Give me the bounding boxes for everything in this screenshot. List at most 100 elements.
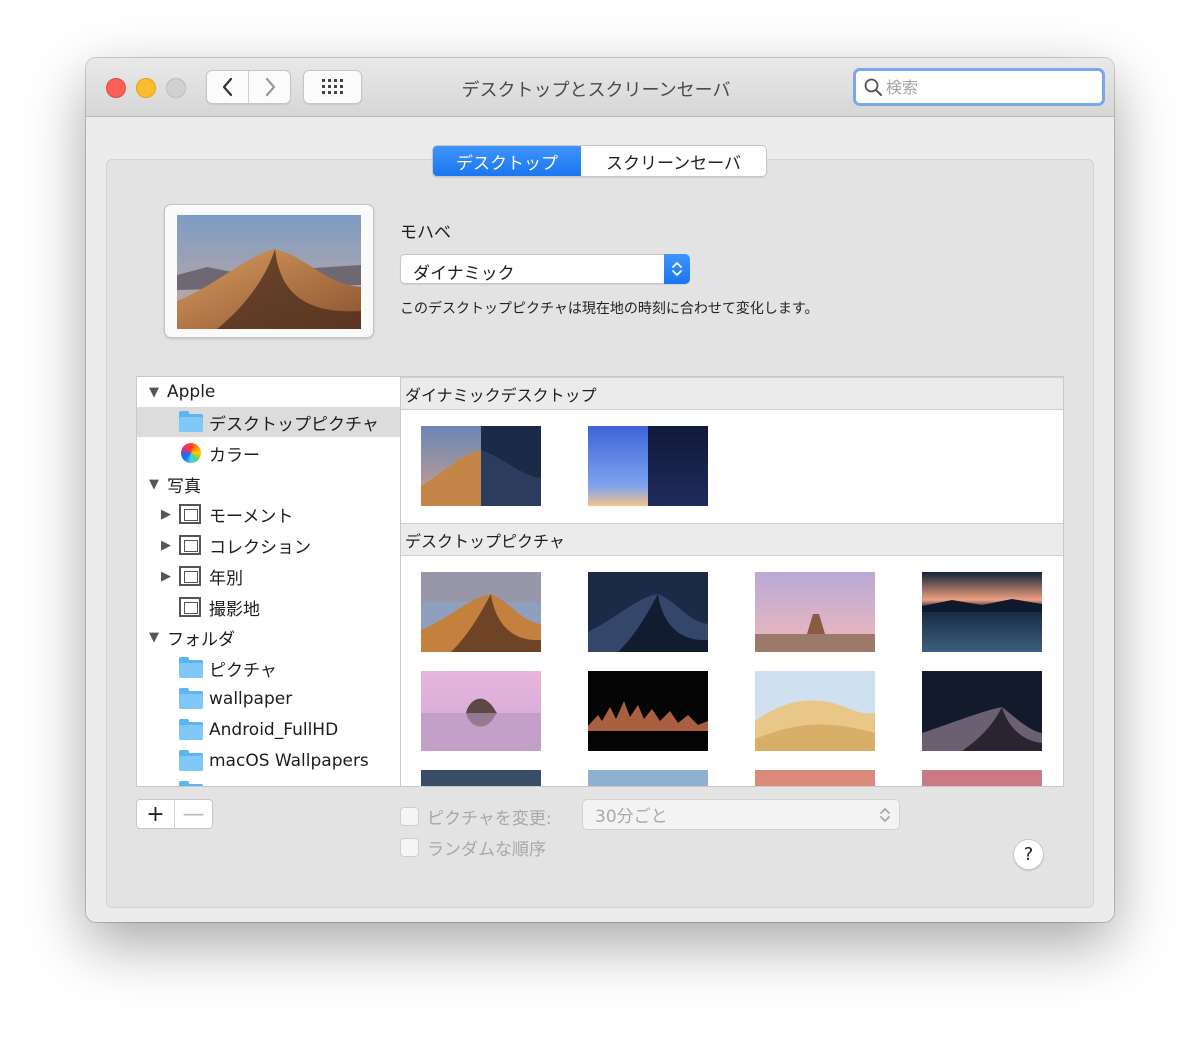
appearance-mode-value: ダイナミック: [413, 264, 515, 284]
wallpaper-thumb-3[interactable]: [755, 572, 875, 652]
sidebar-item-label: wallpaper: [209, 689, 293, 709]
sidebar-item-label: macOS Wallpapers: [209, 751, 369, 771]
wallpaper-thumb-1[interactable]: [421, 572, 541, 652]
wallpaper-thumb-9[interactable]: [421, 770, 541, 786]
sidebar-item-moments[interactable]: ▶ モーメント: [137, 499, 400, 529]
sidebar-item-label: Android_FullHD: [209, 720, 339, 740]
preferences-window: デスクトップとスクリーンセーバ デスクトップ スクリーンセーバ モハベ ダイナミ…: [86, 58, 1114, 922]
updown-arrows-icon: [880, 808, 890, 822]
sidebar-item-partial[interactable]: [137, 777, 400, 786]
solar-gradient-image: [588, 426, 708, 506]
disclosure-closed-icon[interactable]: ▶: [161, 538, 175, 553]
photo-album-icon: [179, 566, 203, 586]
disclosure-closed-icon[interactable]: ▶: [161, 507, 175, 522]
disclosure-closed-icon[interactable]: ▶: [161, 569, 175, 584]
camera-folder-icon: [179, 657, 203, 680]
back-button[interactable]: [207, 71, 248, 103]
wallpaper-thumb-8[interactable]: [922, 671, 1042, 751]
sand-dunes-bright-image: [755, 671, 875, 751]
tufa-night-image: [588, 671, 708, 751]
group-folders[interactable]: ▼ フォルダ: [137, 622, 400, 652]
sidebar-item-places[interactable]: 撮影地: [137, 592, 400, 622]
change-picture-label: ピクチャを変更:: [427, 809, 552, 829]
wallpaper-partial-image: [922, 770, 1042, 786]
titlebar: デスクトップとスクリーンセーバ: [86, 58, 1114, 117]
tab-desktop[interactable]: デスクトップ: [433, 146, 581, 176]
wallpaper-partial-image: [588, 770, 708, 786]
folder-icon: [179, 719, 203, 742]
mojave-dynamic-image: [421, 426, 541, 506]
photo-album-icon: [179, 504, 203, 524]
group-photos[interactable]: ▼ 写真: [137, 469, 400, 499]
search-icon: [864, 78, 882, 96]
updown-arrows-icon: [664, 254, 690, 284]
photo-album-icon: [179, 535, 203, 555]
sidebar-item-label: モーメント: [209, 506, 294, 527]
sidebar-item-label: コレクション: [209, 537, 311, 558]
rock-lake-pink-image: [421, 671, 541, 751]
random-order-checkbox[interactable]: [400, 838, 419, 857]
minimize-window-button[interactable]: [136, 78, 156, 98]
wallpaper-thumb-12[interactable]: [922, 770, 1042, 786]
folder-icon: [179, 781, 203, 786]
zoom-window-button[interactable]: [166, 78, 186, 98]
sidebar-item-pictures[interactable]: ピクチャ: [137, 653, 400, 683]
sidebar-item-wallpaper[interactable]: wallpaper: [137, 684, 400, 714]
sidebar-item-desktop-pictures[interactable]: デスクトップピクチャ: [137, 407, 400, 437]
add-folder-button[interactable]: +: [137, 800, 174, 828]
disclosure-open-icon[interactable]: ▼: [149, 630, 163, 645]
search-input[interactable]: [886, 77, 1086, 97]
wallpaper-thumb-5[interactable]: [421, 671, 541, 751]
group-label: 写真: [167, 476, 201, 497]
sidebar-item-colors[interactable]: カラー: [137, 438, 400, 468]
close-window-button[interactable]: [106, 78, 126, 98]
wallpaper-thumb-10[interactable]: [588, 770, 708, 786]
search-field[interactable]: [853, 68, 1105, 106]
tab-bar: デスクトップ スクリーンセーバ: [432, 145, 767, 177]
sidebar-item-collections[interactable]: ▶ コレクション: [137, 530, 400, 560]
sidebar-item-years[interactable]: ▶ 年別: [137, 561, 400, 591]
disclosure-open-icon[interactable]: ▼: [149, 477, 163, 492]
group-label: Apple: [167, 382, 216, 402]
random-order-label: ランダムな順序: [427, 840, 546, 860]
sidebar-item-label: 年別: [209, 568, 243, 589]
dune-night-image: [922, 671, 1042, 751]
section-header-dynamic: ダイナミックデスクトップ: [401, 377, 1063, 410]
desert-night-image: [588, 572, 708, 652]
wallpaper-thumb-2[interactable]: [588, 572, 708, 652]
appearance-mode-popup[interactable]: ダイナミック: [400, 254, 690, 284]
add-remove-control: + —: [136, 799, 213, 829]
salt-flat-dusk-image: [922, 572, 1042, 652]
sidebar-item-label: 撮影地: [209, 599, 260, 620]
grid-icon: [321, 79, 343, 94]
wallpaper-thumb-4[interactable]: [922, 572, 1042, 652]
random-order-option[interactable]: ランダムな順序: [400, 835, 546, 860]
wallpaper-thumb-6[interactable]: [588, 671, 708, 751]
remove-folder-button[interactable]: —: [174, 800, 212, 828]
mojave-preview-image: [177, 215, 361, 329]
color-wheel-icon: [181, 443, 205, 463]
disclosure-open-icon[interactable]: ▼: [149, 385, 163, 400]
wallpaper-thumb-solar-gradient[interactable]: [588, 426, 708, 506]
group-apple[interactable]: ▼ Apple: [137, 377, 400, 407]
tab-screensaver[interactable]: スクリーンセーバ: [581, 146, 766, 176]
window-title: デスクトップとスクリーンセーバ: [461, 80, 731, 101]
wallpaper-thumb-11[interactable]: [755, 770, 875, 786]
sidebar-item-label: ピクチャ: [209, 660, 277, 681]
wallpaper-thumb-mojave-dynamic[interactable]: [421, 426, 541, 506]
folder-icon: [179, 750, 203, 773]
sidebar-item-macos-wallpapers[interactable]: macOS Wallpapers: [137, 746, 400, 776]
section-header-pictures: デスクトップピクチャ: [401, 523, 1063, 556]
chevron-left-icon: [222, 77, 232, 97]
change-picture-option[interactable]: ピクチャを変更:: [400, 804, 552, 829]
change-picture-checkbox[interactable]: [400, 807, 419, 826]
chevron-right-icon: [265, 77, 275, 97]
help-button[interactable]: ?: [1013, 839, 1044, 870]
butte-dusk-image: [755, 572, 875, 652]
wallpaper-thumb-7[interactable]: [755, 671, 875, 751]
show-all-button[interactable]: [303, 70, 362, 104]
forward-button[interactable]: [248, 71, 290, 103]
sidebar-item-android-fullhd[interactable]: Android_FullHD: [137, 715, 400, 745]
change-interval-popup[interactable]: 30分ごと: [582, 799, 900, 830]
current-wallpaper-preview: [164, 204, 374, 338]
